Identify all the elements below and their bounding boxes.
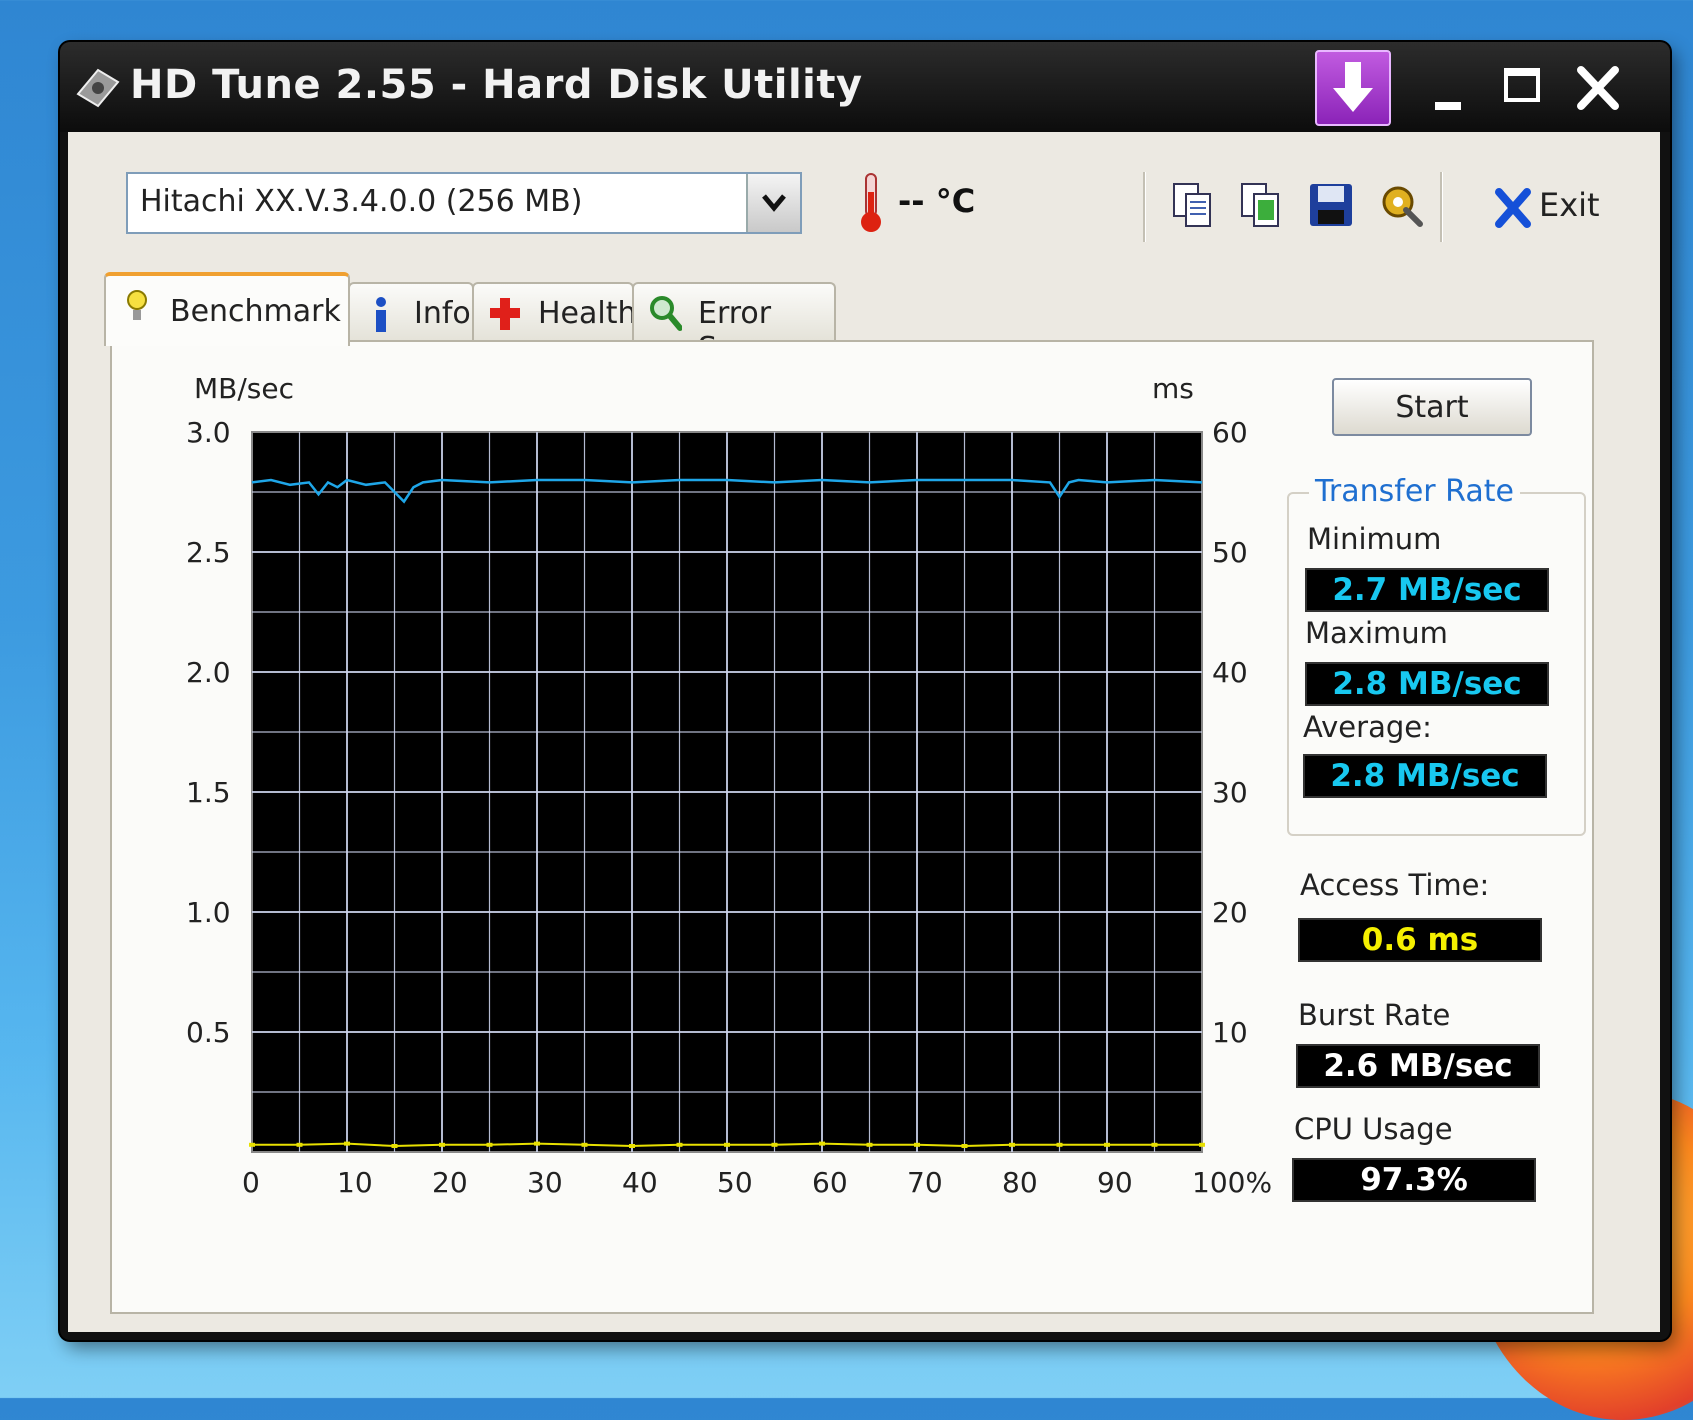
burst-rate-value: 2.6 MB/sec xyxy=(1296,1044,1540,1088)
maximum-label: Maximum xyxy=(1305,616,1448,650)
x-tick-label: 50 xyxy=(717,1166,753,1199)
y-tick-label: 3.0 xyxy=(186,416,231,449)
copy-screenshot-icon xyxy=(1241,183,1279,227)
transfer-rate-title: Transfer Rate xyxy=(1309,474,1520,509)
x-tick-label: 20 xyxy=(432,1166,468,1199)
cpu-usage-value: 97.3% xyxy=(1292,1158,1536,1202)
copy-text-icon xyxy=(1173,183,1211,227)
x-tick-label: 60 xyxy=(812,1166,848,1199)
tab-label: Health xyxy=(538,296,637,331)
bulb-icon xyxy=(127,290,147,320)
average-value: 2.8 MB/sec xyxy=(1303,754,1547,798)
magnifier-icon xyxy=(650,296,682,331)
cpu-usage-label: CPU Usage xyxy=(1294,1112,1453,1146)
x-tick-label: 30 xyxy=(527,1166,563,1199)
save-button[interactable] xyxy=(1306,180,1356,230)
health-cross-icon xyxy=(490,298,520,330)
y-tick-label: 1.5 xyxy=(186,776,231,809)
toolbar-separator xyxy=(1143,172,1146,242)
x-tick-label: 40 xyxy=(622,1166,658,1199)
copy-text-button[interactable] xyxy=(1168,180,1218,230)
chart-y-axis-label: MB/sec xyxy=(194,372,295,405)
minimize-icon xyxy=(1435,102,1461,110)
drive-select[interactable]: Hitachi XX.V.3.4.0.0 (256 MB) xyxy=(126,172,802,234)
tab-error-scan[interactable]: Error Scan xyxy=(632,282,836,366)
x-tick-label: 0 xyxy=(242,1166,260,1199)
drive-select-value: Hitachi XX.V.3.4.0.0 (256 MB) xyxy=(140,184,583,219)
y2-tick-label: 60 xyxy=(1212,416,1248,449)
y-tick-label: 2.0 xyxy=(186,656,231,689)
tab-benchmark[interactable]: Benchmark xyxy=(104,272,350,346)
x-tick-label: 70 xyxy=(907,1166,943,1199)
access-time-value: 0.6 ms xyxy=(1298,918,1542,962)
tab-health[interactable]: Health xyxy=(472,282,637,342)
download-arrow-icon xyxy=(1333,62,1373,112)
burst-rate-label: Burst Rate xyxy=(1298,998,1451,1032)
average-label: Average: xyxy=(1303,710,1432,744)
save-icon xyxy=(1310,184,1352,226)
maximum-value: 2.8 MB/sec xyxy=(1305,662,1549,706)
y-tick-label: 0.5 xyxy=(186,1016,231,1049)
y2-tick-label: 20 xyxy=(1212,896,1248,929)
y2-tick-label: 30 xyxy=(1212,776,1248,809)
options-button[interactable] xyxy=(1376,180,1426,230)
exit-button[interactable]: Exit xyxy=(1493,184,1603,234)
tab-info[interactable]: Info xyxy=(348,282,474,342)
close-button[interactable] xyxy=(1565,58,1635,120)
minimum-value: 2.7 MB/sec xyxy=(1305,568,1549,612)
window-title: HD Tune 2.55 - Hard Disk Utility xyxy=(130,62,863,108)
thermometer-icon xyxy=(861,173,881,232)
info-icon xyxy=(376,297,386,332)
transfer-rate-group: Transfer Rate Minimum 2.7 MB/sec Maximum… xyxy=(1287,474,1586,836)
access-time-label: Access Time: xyxy=(1300,868,1490,902)
chart-y2-axis-label: ms xyxy=(1152,372,1194,405)
tab-label: Info xyxy=(414,296,471,331)
chevron-down-icon xyxy=(762,194,786,212)
maximize-button[interactable] xyxy=(1490,58,1560,120)
options-icon xyxy=(1382,186,1423,227)
benchmark-panel: MB/sec ms 0 10 20 30 40 50 60 70 80 90 100% 0.5 1.0 1… xyxy=(110,340,1594,1314)
title-bar[interactable]: HD Tune 2.55 - Hard Disk Utility xyxy=(60,42,1670,132)
x-tick-label: 100% xyxy=(1192,1166,1273,1199)
tab-label: Benchmark xyxy=(170,294,341,329)
y-tick-label: 1.0 xyxy=(186,896,231,929)
minimum-label: Minimum xyxy=(1307,522,1442,556)
copy-screenshot-button[interactable] xyxy=(1236,180,1286,230)
y2-tick-label: 40 xyxy=(1212,656,1248,689)
minimize-button[interactable] xyxy=(1415,58,1485,120)
y2-tick-label: 50 xyxy=(1212,536,1248,569)
transfer-rate-chart xyxy=(249,431,1205,1153)
exit-x-icon xyxy=(1495,188,1531,228)
temperature-readout: -- °C xyxy=(898,182,976,220)
exit-label: Exit xyxy=(1539,186,1600,224)
start-button[interactable]: Start xyxy=(1332,378,1532,436)
client-area: Hitachi XX.V.3.4.0.0 (256 MB) -- °C Exit… xyxy=(68,132,1660,1332)
y-tick-label: 2.5 xyxy=(186,536,231,569)
maximize-icon xyxy=(1504,68,1540,102)
app-disk-icon xyxy=(76,68,120,108)
download-button[interactable] xyxy=(1315,50,1391,126)
toolbar-separator xyxy=(1440,172,1443,242)
y2-tick-label: 10 xyxy=(1212,1016,1248,1049)
x-tick-label: 80 xyxy=(1002,1166,1038,1199)
x-tick-label: 90 xyxy=(1097,1166,1133,1199)
drive-select-dropdown-button[interactable] xyxy=(746,174,800,232)
x-tick-label: 10 xyxy=(337,1166,373,1199)
close-icon xyxy=(1577,66,1619,110)
app-window: HD Tune 2.55 - Hard Disk Utility Hitachi… xyxy=(60,42,1670,1340)
